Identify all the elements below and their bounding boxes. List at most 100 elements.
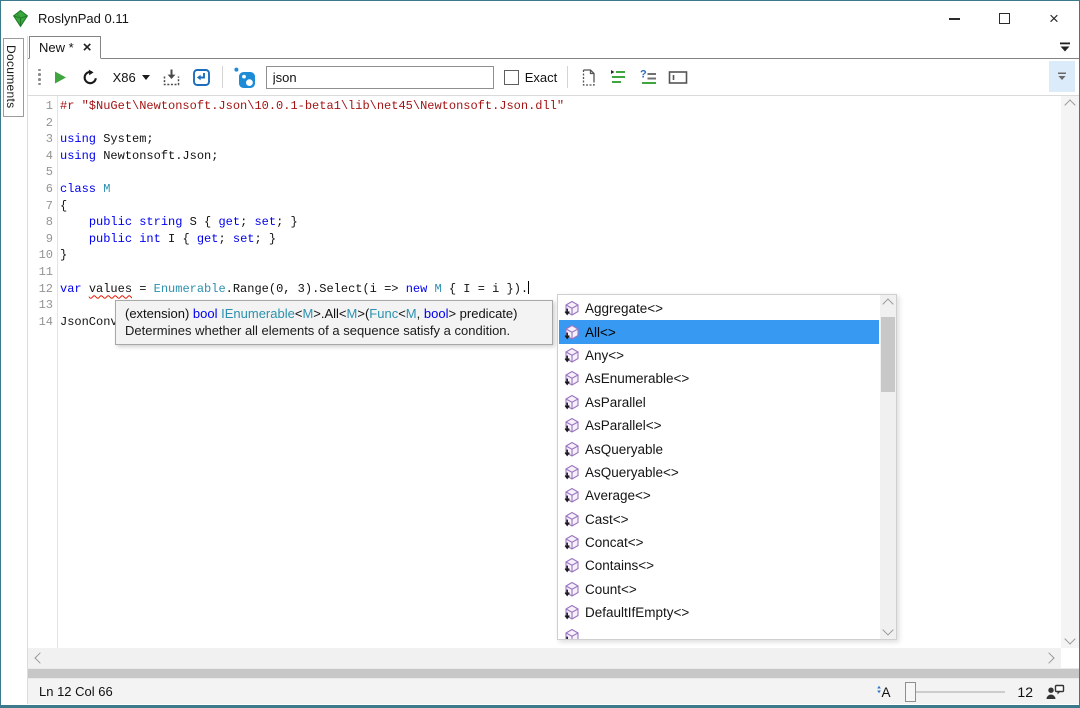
- completion-item[interactable]: AsEnumerable<>: [559, 367, 879, 390]
- completion-item[interactable]: Average<>: [559, 484, 879, 507]
- package-install-button[interactable]: [162, 64, 182, 90]
- code-line[interactable]: {: [60, 198, 1061, 215]
- nuget-search-input[interactable]: [266, 66, 494, 89]
- scroll-down-icon[interactable]: [1064, 633, 1075, 644]
- run-button[interactable]: [51, 64, 71, 90]
- code-line[interactable]: [60, 164, 1061, 181]
- completion-list: Aggregate<> All<> Any<> AsEnumerable<> A…: [559, 297, 879, 639]
- toolbar-overflow-button[interactable]: [1049, 61, 1075, 92]
- close-button[interactable]: ×: [1029, 1, 1079, 36]
- code-line[interactable]: #r "$NuGet\Newtonsoft.Json\10.0.1-beta1\…: [60, 98, 1061, 115]
- font-size-value: 12: [1017, 684, 1033, 700]
- tab-close-icon[interactable]: ×: [83, 40, 92, 55]
- roslynpad-window: RoslynPad 0.11 × Documents New * ×: [0, 0, 1080, 708]
- completion-item[interactable]: AsQueryable: [559, 437, 879, 460]
- comment-help-button[interactable]: ?: [638, 64, 658, 90]
- editor-vertical-scrollbar[interactable]: [1061, 96, 1079, 648]
- code-line[interactable]: [60, 264, 1061, 281]
- line-number: 9: [28, 231, 57, 248]
- completion-item-label: Average<>: [585, 488, 651, 503]
- toolbar-overflow-icon: [1056, 71, 1068, 82]
- token: using: [60, 149, 96, 163]
- token: var: [60, 282, 82, 296]
- title-bar: RoslynPad 0.11 ×: [1, 1, 1079, 36]
- scroll-down-icon[interactable]: [882, 624, 893, 635]
- completion-item[interactable]: DefaultIfEmpty<>: [559, 601, 879, 624]
- completion-item[interactable]: Cast<>: [559, 508, 879, 531]
- completion-item[interactable]: Any<>: [559, 344, 879, 367]
- completion-item[interactable]: Aggregate<>: [559, 297, 879, 320]
- add-document-button[interactable]: [578, 64, 598, 90]
- completion-item[interactable]: AsParallel: [559, 391, 879, 414]
- completion-item[interactable]: AsParallel<>: [559, 414, 879, 437]
- scroll-left-icon[interactable]: [34, 652, 45, 663]
- toolbar-grip-handle[interactable]: [38, 69, 41, 85]
- text-box-button[interactable]: [668, 64, 688, 90]
- token: using: [60, 132, 96, 146]
- feedback-icon[interactable]: [1045, 683, 1065, 701]
- run-icon: [53, 70, 68, 85]
- code-line[interactable]: public int I { get; set; }: [60, 231, 1061, 248]
- tab-new[interactable]: New * ×: [29, 36, 101, 59]
- token: [427, 282, 434, 296]
- completion-item[interactable]: Count<>: [559, 578, 879, 601]
- completion-item-label: Cast<>: [585, 512, 629, 527]
- line-number: 10: [28, 247, 57, 264]
- font-size-slider[interactable]: [905, 682, 1005, 702]
- code-line[interactable]: }: [60, 247, 1061, 264]
- format-document-button[interactable]: [192, 64, 212, 90]
- completion-item-label: AsQueryable: [585, 442, 663, 457]
- scroll-up-icon[interactable]: [1064, 99, 1075, 110]
- token: IEnumerable: [221, 306, 295, 321]
- code-line[interactable]: [60, 115, 1061, 132]
- completion-item-label: AsParallel: [585, 395, 646, 410]
- completion-item-label: All<>: [585, 325, 616, 340]
- token: new: [406, 282, 428, 296]
- restart-host-button[interactable]: [81, 64, 101, 90]
- completion-item[interactable]: Concat<>: [559, 531, 879, 554]
- platform-selector[interactable]: X86: [111, 70, 152, 85]
- completion-item[interactable]: AsQueryable<>: [559, 461, 879, 484]
- editor-horizontal-scrollbar[interactable]: [28, 648, 1061, 668]
- line-number: 4: [28, 148, 57, 165]
- extension-method-icon: [563, 370, 580, 387]
- code-line[interactable]: class M: [60, 181, 1061, 198]
- completion-item[interactable]: [559, 624, 879, 639]
- extension-method-icon: [563, 464, 580, 481]
- maximize-button[interactable]: [979, 1, 1029, 36]
- completion-item[interactable]: All<>: [559, 320, 879, 343]
- token: "$NuGet\Newtonsoft.Json\10.0.1-beta1\lib…: [82, 99, 564, 113]
- line-number: 3: [28, 131, 57, 148]
- slider-thumb[interactable]: [905, 682, 916, 702]
- code-editor[interactable]: 1234567891011121314 #r "$NuGet\Newtonsof…: [28, 96, 1079, 648]
- completion-item[interactable]: Contains<>: [559, 554, 879, 577]
- token: #r: [60, 99, 82, 113]
- completion-item-label: Count<>: [585, 582, 637, 597]
- scroll-right-icon[interactable]: [1043, 652, 1054, 663]
- tab-list-dropdown-icon[interactable]: [1057, 40, 1073, 54]
- scrollbar-thumb[interactable]: [881, 317, 895, 392]
- format-document-icon: [192, 68, 211, 87]
- code-line[interactable]: using Newtonsoft.Json;: [60, 148, 1061, 165]
- completion-item-label: DefaultIfEmpty<>: [585, 605, 689, 620]
- results-splitter[interactable]: [28, 668, 1079, 679]
- tooltip-description: Determines whether all elements of a seq…: [125, 322, 543, 339]
- completion-item-label: Aggregate<>: [585, 301, 663, 316]
- exact-label: Exact: [525, 70, 558, 85]
- line-number: 13: [28, 297, 57, 314]
- documents-panel-tab[interactable]: Documents: [3, 38, 24, 117]
- completion-scrollbar[interactable]: [880, 295, 896, 639]
- token: M: [103, 182, 110, 196]
- code-line[interactable]: public string S { get; set; }: [60, 214, 1061, 231]
- token: ;: [218, 232, 232, 246]
- token: ,: [417, 306, 424, 321]
- token: class: [60, 182, 96, 196]
- scroll-up-icon[interactable]: [882, 298, 893, 309]
- format-lines-button[interactable]: [608, 64, 628, 90]
- exact-checkbox[interactable]: [504, 70, 519, 85]
- token: M: [435, 282, 442, 296]
- minimize-button[interactable]: [929, 1, 979, 36]
- token: (extension): [125, 306, 193, 321]
- code-line[interactable]: using System;: [60, 131, 1061, 148]
- nuget-button[interactable]: [233, 64, 256, 90]
